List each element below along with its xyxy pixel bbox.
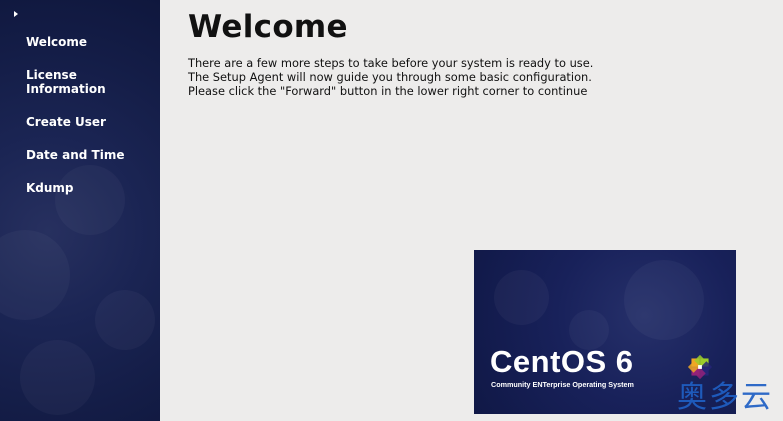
message-line: There are a few more steps to take befor… <box>188 56 594 70</box>
step-date-and-time: Date and Time <box>0 134 160 162</box>
step-label: Welcome <box>26 35 88 49</box>
brand-tagline: Community ENTerprise Operating System <box>491 380 634 389</box>
message-line: The Setup Agent will now guide you throu… <box>188 70 592 84</box>
step-license-information: License Information <box>0 54 160 96</box>
brand-name: CentOS 6 <box>490 344 634 379</box>
current-step-arrow-icon <box>14 11 18 17</box>
page-title: Welcome <box>188 9 348 45</box>
message-line: Please click the "Forward" button in the… <box>188 84 588 98</box>
sidebar-decoration <box>20 340 95 415</box>
welcome-message: There are a few more steps to take befor… <box>188 56 768 98</box>
step-create-user: Create User <box>0 101 160 129</box>
step-label: Date and Time <box>26 148 125 162</box>
step-label: Kdump <box>26 181 74 195</box>
step-welcome: Welcome <box>0 7 160 49</box>
watermark-text: 奥多云 <box>677 380 773 415</box>
setup-agent-window: Welcome License Information Create User … <box>0 0 783 421</box>
step-label: License Information <box>26 68 106 96</box>
logo-decoration <box>494 270 549 325</box>
steps-list: Welcome License Information Create User … <box>0 7 160 200</box>
logo-decoration <box>624 260 704 340</box>
step-label: Create User <box>26 115 106 129</box>
steps-sidebar: Welcome License Information Create User … <box>0 0 160 421</box>
sidebar-decoration <box>95 290 155 350</box>
step-kdump: Kdump <box>0 167 160 195</box>
sidebar-decoration <box>0 230 70 320</box>
